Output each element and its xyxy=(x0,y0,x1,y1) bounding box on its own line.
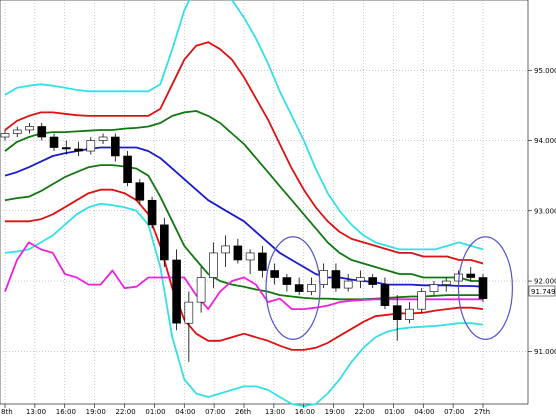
candle-body-up xyxy=(319,270,328,285)
candle-body-up xyxy=(417,291,427,310)
candle-body-down xyxy=(135,182,145,201)
x-tick-label: 13:00 xyxy=(26,408,46,416)
x-tick-label: 19:00 xyxy=(86,408,106,416)
candle xyxy=(172,249,181,331)
candle-body-up xyxy=(343,280,353,289)
candle-body-down xyxy=(147,199,157,226)
x-tick-label: 01:00 xyxy=(145,408,165,416)
candle-body-down xyxy=(111,136,120,157)
candle xyxy=(160,217,169,267)
current-price-label: 91.749 xyxy=(531,288,556,296)
y-tick-label: 93.000 xyxy=(534,207,556,215)
x-tick-label: 19:00 xyxy=(325,408,345,416)
y-axis-ticks: 95.000 94.000 93.000 92.000 91.000 xyxy=(528,67,556,356)
candle-body-down xyxy=(368,277,377,285)
x-tick-label: 04:00 xyxy=(414,408,434,416)
candle-body-up xyxy=(405,308,414,320)
x-axis-ticks: 8th 13:00 16:00 19:00 22:00 01:00 04:00 07:00 26… xyxy=(1,404,490,416)
candle-body-up xyxy=(12,129,22,134)
candle xyxy=(123,151,132,187)
candle-body-down xyxy=(61,147,71,150)
candle-body-down xyxy=(160,224,169,261)
x-tick-label: 04:00 xyxy=(175,408,195,416)
candle-body-down xyxy=(172,259,181,324)
x-tick-label: 8th xyxy=(1,408,13,416)
candle-body-up xyxy=(0,133,10,138)
candle-body-down xyxy=(270,270,279,278)
candle xyxy=(478,274,488,303)
candle-body-down xyxy=(37,126,47,138)
candle-body-down xyxy=(466,273,476,278)
candle xyxy=(147,196,157,229)
candle-body-down xyxy=(233,245,243,261)
y-tick-label: 91.000 xyxy=(534,348,556,356)
candle-body-up xyxy=(196,277,206,303)
price-chart: 95.000 94.000 93.000 92.000 91.000 8th 13:00 1… xyxy=(0,0,556,416)
x-tick-label: 26th xyxy=(235,408,251,416)
candle-body-down xyxy=(380,284,390,306)
x-tick-label: 01:00 xyxy=(384,408,404,416)
candle-body-up xyxy=(184,301,194,324)
candle-body-down xyxy=(392,305,402,320)
candle-body-up xyxy=(25,126,34,131)
x-tick-label: 16:00 xyxy=(295,408,315,416)
candle-body-down xyxy=(74,148,83,152)
candle-body-up xyxy=(209,252,218,278)
current-price-marker: 91.749 xyxy=(528,285,556,297)
candle xyxy=(135,179,145,204)
candle-body-up xyxy=(221,245,230,254)
candle-body-up xyxy=(356,277,365,282)
candle-body-down xyxy=(294,284,304,292)
candle-body-up xyxy=(429,284,439,292)
candle-body-up xyxy=(86,140,96,152)
x-tick-label: 22:00 xyxy=(116,408,136,416)
candle-body-down xyxy=(258,252,267,271)
x-tick-label: 13:00 xyxy=(265,408,285,416)
x-tick-label: 07:00 xyxy=(444,408,464,416)
y-tick-label: 92.000 xyxy=(534,278,556,286)
candle-body-down xyxy=(331,270,341,289)
y-tick-label: 95.000 xyxy=(534,67,556,75)
candle-body-up xyxy=(441,280,451,285)
candle-body-up xyxy=(98,136,108,141)
candle-body-up xyxy=(307,284,316,292)
candle xyxy=(417,288,427,313)
x-tick-label: 27th xyxy=(474,408,490,416)
candle-body-up xyxy=(245,252,255,261)
x-tick-label: 22:00 xyxy=(355,408,375,416)
chart-container: 95.000 94.000 93.000 92.000 91.000 8th 13:00 1… xyxy=(0,0,556,418)
x-tick-label: 16:00 xyxy=(56,408,76,416)
candle-body-down xyxy=(282,277,292,285)
candle-body-down xyxy=(478,277,488,299)
x-tick-label: 07:00 xyxy=(205,408,225,416)
candle-body-down xyxy=(49,136,59,148)
candle-body-down xyxy=(123,155,132,183)
y-tick-label: 94.000 xyxy=(534,137,556,145)
plot-background xyxy=(0,0,529,405)
